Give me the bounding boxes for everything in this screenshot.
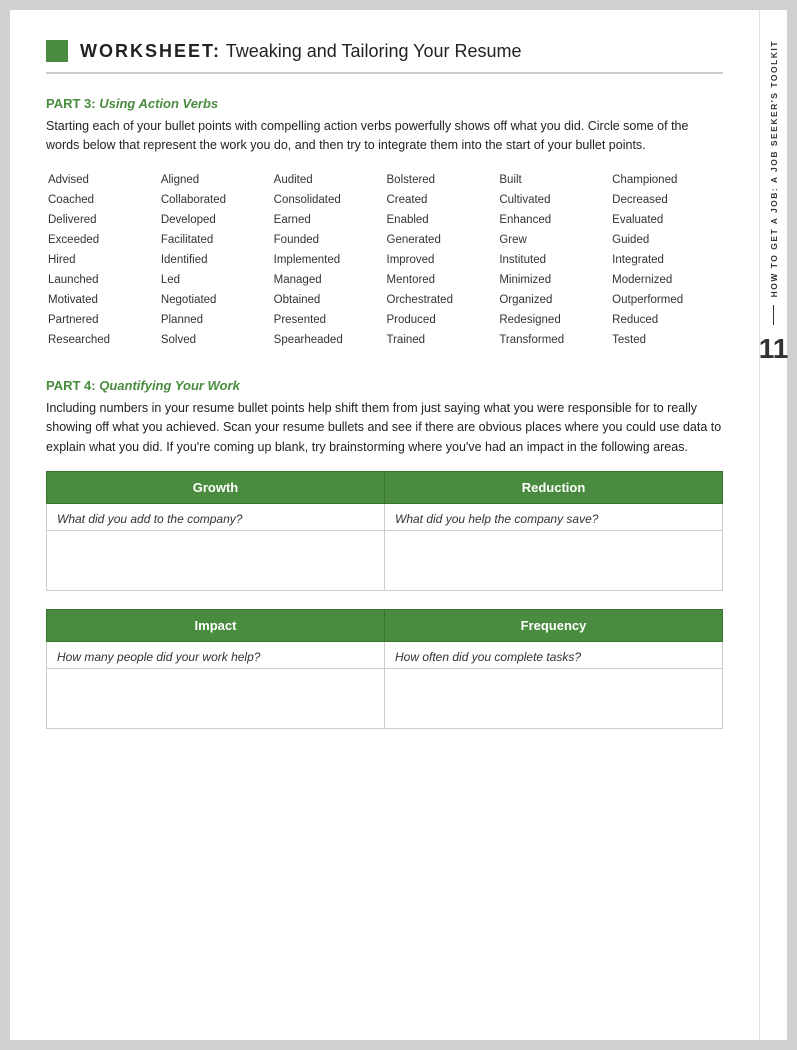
verb-cell: Presented — [272, 310, 385, 330]
verb-cell: Implemented — [272, 250, 385, 270]
verb-cell: Organized — [497, 290, 610, 310]
verb-cell: Improved — [385, 250, 498, 270]
verb-cell: Generated — [385, 230, 498, 250]
verb-cell: Mentored — [385, 270, 498, 290]
table1-col1-header: Growth — [47, 471, 385, 503]
verb-cell: Advised — [46, 170, 159, 190]
verb-cell: Researched — [46, 330, 159, 350]
verb-cell: Identified — [159, 250, 272, 270]
side-tab-divider — [773, 305, 774, 325]
verb-cell: Trained — [385, 330, 498, 350]
table2-empty-col1 — [47, 668, 385, 728]
verb-cell: Founded — [272, 230, 385, 250]
verb-cell: Minimized — [497, 270, 610, 290]
verb-cell: Partnered — [46, 310, 159, 330]
verb-cell: Developed — [159, 210, 272, 230]
verb-cell: Earned — [272, 210, 385, 230]
worksheet-title-rest: Tweaking and Tailoring Your Resume — [226, 41, 522, 61]
part4-heading-label: PART 4: — [46, 378, 99, 393]
verb-cell: Enabled — [385, 210, 498, 230]
verb-cell: Championed — [610, 170, 723, 190]
verb-cell: Integrated — [610, 250, 723, 270]
verb-cell: Consolidated — [272, 190, 385, 210]
side-tab-text: HOW TO GET A JOB: A JOB SEEKER'S TOOLKIT — [769, 40, 779, 297]
verb-cell: Transformed — [497, 330, 610, 350]
verb-cell: Launched — [46, 270, 159, 290]
verb-cell: Coached — [46, 190, 159, 210]
verb-cell: Guided — [610, 230, 723, 250]
table2-header-row: Impact Frequency — [47, 609, 723, 641]
part4-section: PART 4: Quantifying Your Work Including … — [46, 378, 723, 729]
main-content: WORKSHEET: Tweaking and Tailoring Your R… — [10, 10, 759, 1040]
verb-cell: Reduced — [610, 310, 723, 330]
worksheet-title: WORKSHEET: Tweaking and Tailoring Your R… — [80, 41, 522, 62]
verb-cell: Planned — [159, 310, 272, 330]
table2-empty-col2 — [385, 668, 723, 728]
green-square-icon — [46, 40, 68, 62]
verb-cell: Decreased — [610, 190, 723, 210]
verb-cell: Evaluated — [610, 210, 723, 230]
verb-cell: Negotiated — [159, 290, 272, 310]
verb-cell: Bolstered — [385, 170, 498, 190]
verb-cell: Spearheaded — [272, 330, 385, 350]
worksheet-title-bold: WORKSHEET: — [80, 41, 221, 61]
verb-cell: Audited — [272, 170, 385, 190]
table1-header-row: Growth Reduction — [47, 471, 723, 503]
verbs-grid: AdvisedAlignedAuditedBolsteredBuiltChamp… — [46, 170, 723, 350]
verb-cell: Modernized — [610, 270, 723, 290]
verb-cell: Exceeded — [46, 230, 159, 250]
table2-empty-row — [47, 668, 723, 728]
part3-heading: PART 3: Using Action Verbs — [46, 96, 723, 111]
table2-col1-prompt: How many people did your work help? — [47, 641, 385, 668]
verb-cell: Led — [159, 270, 272, 290]
verb-cell: Grew — [497, 230, 610, 250]
table1-empty-row — [47, 530, 723, 590]
verb-cell: Built — [497, 170, 610, 190]
growth-reduction-table: Growth Reduction What did you add to the… — [46, 471, 723, 591]
verb-cell: Delivered — [46, 210, 159, 230]
verb-cell: Instituted — [497, 250, 610, 270]
part3-heading-label: PART 3: — [46, 96, 99, 111]
table1-prompt-row: What did you add to the company? What di… — [47, 503, 723, 530]
table1-empty-col1 — [47, 530, 385, 590]
table2-prompt-row: How many people did your work help? How … — [47, 641, 723, 668]
part3-section: PART 3: Using Action Verbs Starting each… — [46, 96, 723, 350]
side-tab: HOW TO GET A JOB: A JOB SEEKER'S TOOLKIT… — [759, 10, 787, 1040]
worksheet-header: WORKSHEET: Tweaking and Tailoring Your R… — [46, 40, 723, 74]
table1-empty-col2 — [385, 530, 723, 590]
verb-cell: Redesigned — [497, 310, 610, 330]
verb-cell: Outperformed — [610, 290, 723, 310]
part4-heading-italic: Quantifying Your Work — [99, 378, 240, 393]
verb-cell: Tested — [610, 330, 723, 350]
verb-cell: Cultivated — [497, 190, 610, 210]
part4-body: Including numbers in your resume bullet … — [46, 399, 723, 457]
part3-heading-italic: Using Action Verbs — [99, 96, 218, 111]
verb-cell: Aligned — [159, 170, 272, 190]
verb-cell: Collaborated — [159, 190, 272, 210]
verb-cell: Obtained — [272, 290, 385, 310]
verb-cell: Motivated — [46, 290, 159, 310]
verb-cell: Created — [385, 190, 498, 210]
verb-cell: Hired — [46, 250, 159, 270]
table2-col2-header: Frequency — [385, 609, 723, 641]
verb-cell: Enhanced — [497, 210, 610, 230]
part3-body: Starting each of your bullet points with… — [46, 117, 723, 156]
part4-heading: PART 4: Quantifying Your Work — [46, 378, 723, 393]
verb-cell: Solved — [159, 330, 272, 350]
verb-cell: Facilitated — [159, 230, 272, 250]
table2-col2-prompt: How often did you complete tasks? — [385, 641, 723, 668]
side-tab-page-number: 11 — [759, 333, 789, 365]
table2-col1-header: Impact — [47, 609, 385, 641]
page-wrapper: WORKSHEET: Tweaking and Tailoring Your R… — [10, 10, 787, 1040]
table1-col2-prompt: What did you help the company save? — [385, 503, 723, 530]
verb-cell: Managed — [272, 270, 385, 290]
table1-col1-prompt: What did you add to the company? — [47, 503, 385, 530]
verb-cell: Orchestrated — [385, 290, 498, 310]
verb-cell: Produced — [385, 310, 498, 330]
impact-frequency-table: Impact Frequency How many people did you… — [46, 609, 723, 729]
table1-col2-header: Reduction — [385, 471, 723, 503]
